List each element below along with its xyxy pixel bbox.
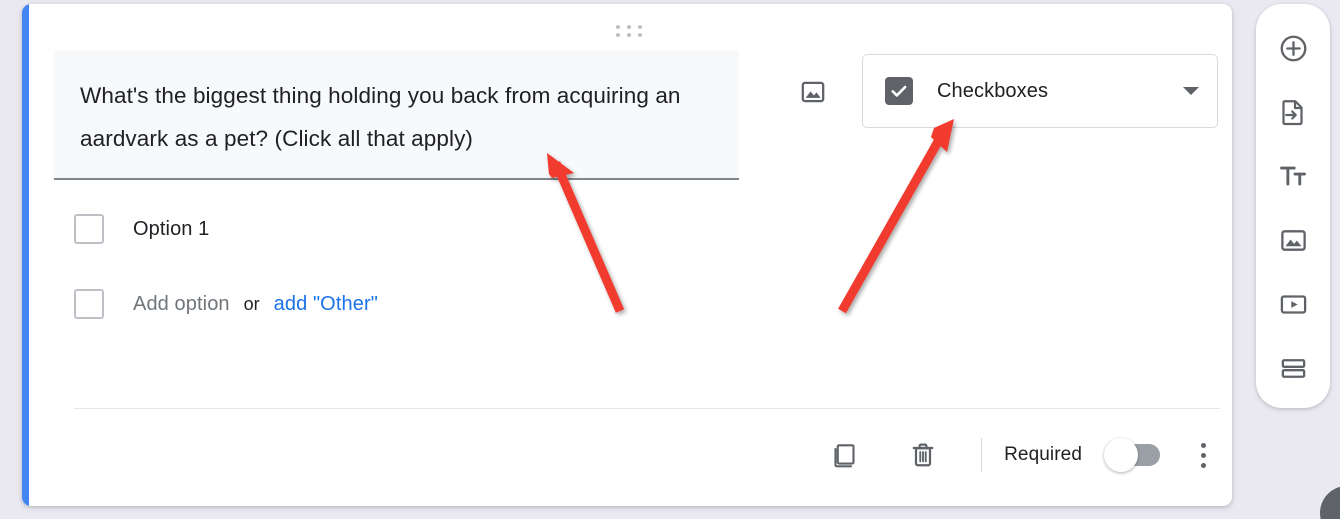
question-type-value: Checkboxes	[937, 79, 1049, 102]
add-section-button[interactable]	[1269, 344, 1317, 392]
more-dot	[1200, 452, 1206, 458]
checkbox-unchecked-icon[interactable]	[74, 214, 104, 244]
drag-dot	[615, 24, 620, 29]
footer-divider-line	[74, 408, 1220, 409]
card-accent-bar	[22, 4, 29, 506]
footer-separator	[981, 438, 983, 472]
forms-editor-canvas: What's the biggest thing holding you bac…	[0, 0, 1340, 519]
delete-question-button[interactable]	[899, 431, 947, 479]
option-row[interactable]: Option 1	[74, 212, 209, 246]
option-label[interactable]: Option 1	[133, 218, 209, 241]
add-title-description-button[interactable]	[1269, 152, 1317, 200]
question-card-footer: Required	[74, 424, 1220, 486]
question-card[interactable]: What's the biggest thing holding you bac…	[22, 4, 1232, 506]
circle-plus-icon	[1280, 35, 1306, 61]
more-options-button[interactable]	[1186, 436, 1220, 474]
drag-dot	[626, 33, 631, 38]
required-label: Required	[1004, 444, 1082, 465]
corner-avatar-partial	[1320, 486, 1340, 519]
image-icon	[1280, 229, 1306, 251]
image-icon	[801, 81, 825, 103]
duplicate-icon	[834, 444, 855, 468]
question-title-text: What's the biggest thing holding you bac…	[80, 83, 687, 151]
add-image-button[interactable]	[1269, 216, 1317, 264]
drag-dot	[638, 24, 643, 29]
checkbox-checked-icon	[885, 77, 913, 105]
add-other-link[interactable]: add "Other"	[274, 293, 378, 316]
more-dot	[1200, 462, 1206, 468]
video-icon	[1280, 294, 1306, 314]
chevron-down-icon[interactable]	[1183, 87, 1199, 95]
add-option-input[interactable]: Add option	[133, 293, 230, 316]
question-title-input[interactable]: What's the biggest thing holding you bac…	[54, 50, 739, 180]
editor-side-toolbar	[1256, 4, 1330, 408]
add-question-button[interactable]	[1269, 24, 1317, 72]
checkbox-unchecked-icon	[74, 289, 104, 319]
duplicate-question-button[interactable]	[821, 431, 869, 479]
add-section-icon	[1281, 358, 1305, 378]
drag-dot	[638, 33, 643, 38]
or-separator-label: or	[243, 293, 260, 314]
drag-dot	[626, 24, 631, 29]
import-questions-button[interactable]	[1269, 88, 1317, 136]
required-toggle[interactable]	[1104, 438, 1160, 472]
more-dot	[1200, 442, 1206, 448]
add-video-button[interactable]	[1269, 280, 1317, 328]
add-image-to-question-button[interactable]	[795, 74, 831, 110]
text-tt-icon	[1280, 166, 1306, 186]
toggle-knob	[1104, 438, 1138, 472]
trash-icon	[912, 443, 934, 467]
import-file-icon	[1282, 100, 1303, 126]
drag-handle[interactable]	[614, 24, 644, 38]
question-type-select[interactable]: Checkboxes	[862, 54, 1218, 128]
drag-dot	[615, 33, 620, 38]
add-option-row[interactable]: Add option or add "Other"	[74, 287, 378, 321]
